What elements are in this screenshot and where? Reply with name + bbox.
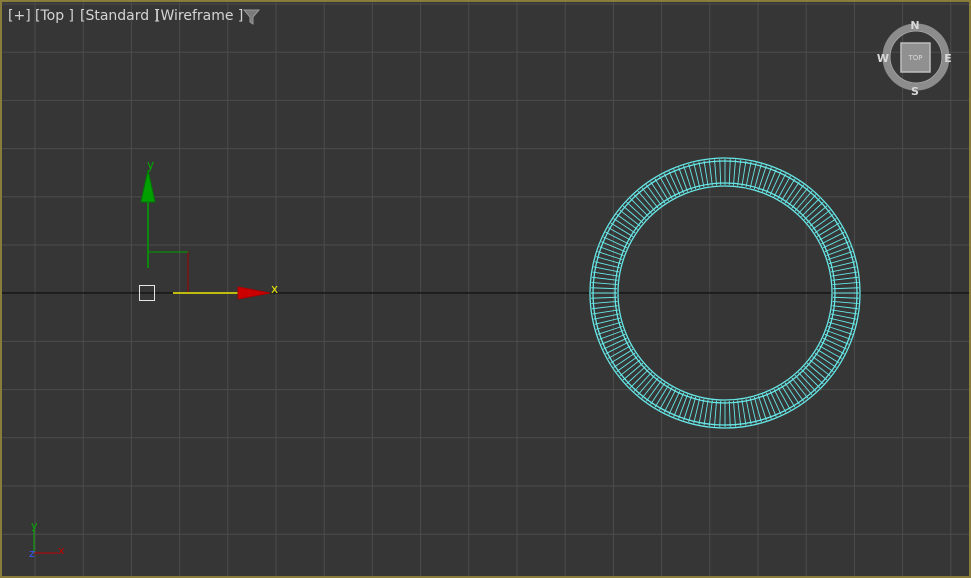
world-axis-y-label: y [31, 519, 38, 532]
tube-segment-edge [673, 169, 685, 194]
tube-segment-edge [678, 394, 689, 419]
tube-segment-edge [761, 394, 772, 419]
gizmo-y-arrow[interactable] [140, 169, 156, 203]
tube-segment-edge [830, 266, 857, 273]
tube-segment-edge [765, 169, 777, 194]
gizmo-x-label: x [271, 282, 278, 296]
tube-segment-edge [765, 392, 777, 417]
tube-segment-edge [824, 333, 849, 345]
funnel-icon[interactable] [243, 9, 260, 25]
tube-segment-edge [819, 345, 843, 359]
tube-segment-edge [741, 160, 747, 187]
viewcube[interactable]: TOP N S E W [877, 19, 952, 98]
tube-segment-edge [593, 266, 620, 273]
world-axis-tripod: y x z [29, 519, 65, 560]
tube-segment-edge [777, 387, 791, 411]
tube-segment-edge [599, 246, 624, 257]
tube-segment-edge [663, 389, 677, 413]
viewport-point-of-view-menu[interactable]: [Top ] [35, 8, 74, 24]
viewport-shading-menu[interactable]: [Standard ] [80, 8, 159, 24]
move-gizmo[interactable]: y x [139, 158, 279, 301]
tube-segment-edge [832, 287, 859, 290]
tube-segment-edge [821, 341, 845, 355]
tube-segment-edge [777, 175, 791, 199]
tube-segment-edge [773, 173, 787, 197]
construction-grid [2, 2, 969, 576]
tube-segment-edge [819, 227, 843, 241]
tube-segment-edge [663, 173, 677, 197]
world-axis-z-label: z [29, 547, 35, 560]
tube-segment-edge [728, 400, 731, 427]
compass-west-label[interactable]: W [877, 52, 889, 65]
tube-segment-edge [698, 398, 705, 425]
tube-segment-edge [599, 329, 624, 340]
tube-segment-edge [831, 309, 858, 315]
tube-segment-edge [605, 341, 629, 355]
tube-segment-edge [733, 400, 736, 427]
world-axis-x-label: x [58, 544, 65, 557]
tube-segment-edge [703, 399, 709, 426]
tube-segment-edge [826, 246, 851, 257]
tube-segment-edge [719, 159, 722, 186]
tube-segment-edge [769, 390, 782, 415]
tube-segment-edge [698, 161, 705, 188]
viewport-display-mode-menu[interactable]: [Wireframe ] [155, 8, 243, 24]
gizmo-y-label: y [147, 158, 154, 172]
tube-segment-edge [703, 160, 709, 187]
tube-segment-edge [830, 313, 857, 320]
tube-segment-edge [769, 171, 782, 196]
tube-segment-edge [832, 296, 859, 299]
tube-segment-edge [673, 392, 685, 417]
viewport-general-menu[interactable]: [+] [8, 8, 31, 24]
tube-segment-edge [605, 231, 629, 245]
tube-segment-edge [821, 231, 845, 245]
tube-segment-edge [678, 167, 689, 192]
top-viewport[interactable]: y x y x z TOP N S E W [+] [Top ] [Standa… [0, 0, 971, 578]
tube-segment-edge [593, 313, 620, 320]
gizmo-x-arrow[interactable] [237, 286, 271, 300]
tube-segment-edge [741, 399, 747, 426]
tube-segment-edge [737, 400, 742, 427]
tube-segment-edge [826, 329, 851, 340]
tube-segment-edge [714, 159, 717, 186]
tube-segment-edge [822, 337, 847, 350]
tube-segment-edge [761, 167, 772, 192]
tube-segment-edge [714, 400, 717, 427]
tube-segment-edge [607, 227, 631, 241]
tube-segment-edge [745, 398, 752, 425]
tube-segment-edge [737, 159, 742, 186]
tube-segment-edge [592, 309, 619, 315]
tube-segment-edge [824, 241, 849, 253]
tube-segment-edge [822, 236, 847, 249]
tube-segment-edge [745, 161, 752, 188]
tube-segment-edge [733, 159, 736, 186]
tube-segment-edge [719, 400, 722, 427]
tube-segment-edge [668, 390, 681, 415]
tube-segment-edge [831, 271, 858, 277]
compass-south-label[interactable]: S [911, 85, 919, 98]
tube-segment-edge [603, 236, 628, 249]
compass-east-label[interactable]: E [944, 52, 952, 65]
tube-segment-edge [607, 345, 631, 359]
compass-north-label[interactable]: N [910, 19, 919, 32]
tube-segment-edge [728, 159, 731, 186]
tube-segment-edge [592, 271, 619, 277]
tube-segment-edge [773, 389, 787, 413]
tube-segment-edge [603, 337, 628, 350]
viewcube-face-label: TOP [907, 54, 922, 62]
viewport-scene[interactable]: y x y x z TOP N S E W [2, 2, 971, 578]
tube-segment-edge [668, 171, 681, 196]
